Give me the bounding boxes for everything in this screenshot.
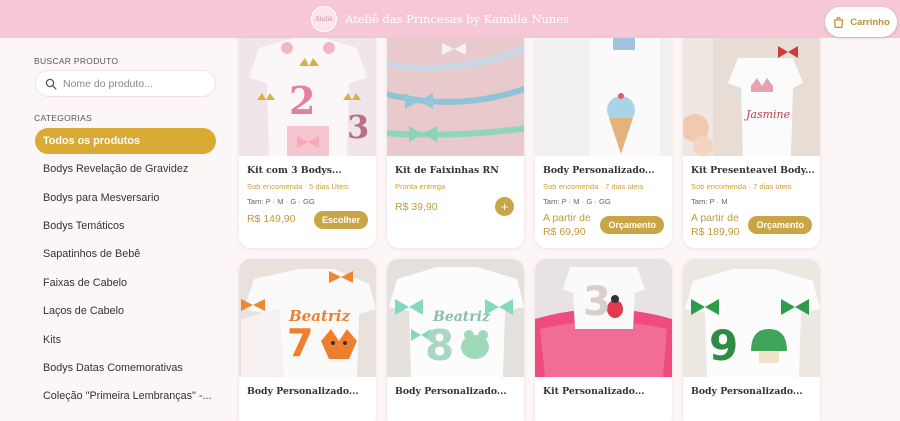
product-price: A partir de R$ 189,90 bbox=[691, 211, 739, 239]
price-value: R$ 69,90 bbox=[543, 226, 586, 238]
product-image[interactable] bbox=[535, 38, 672, 156]
product-card[interactable]: Kit de Faixinhas RN Pronta entrega R$ 39… bbox=[387, 38, 524, 248]
category-bodys-revelacao[interactable]: Bodys Revelação de Gravidez bbox=[35, 156, 216, 182]
product-image[interactable]: Beatriz 8 bbox=[387, 259, 524, 377]
store-name: Ateliê das Princesas by Kamilla Nunes bbox=[345, 12, 569, 26]
category-bodys-tematicos[interactable]: Bodys Temáticos bbox=[35, 213, 216, 239]
search-section-title: BUSCAR PRODUTO bbox=[34, 56, 119, 66]
body-number-text: 2 bbox=[289, 78, 316, 123]
category-sapatinhos[interactable]: Sapatinhos de Bebê bbox=[35, 241, 216, 267]
body-number-text: 7 bbox=[287, 321, 314, 365]
product-sizes: Tam: P · M bbox=[691, 197, 728, 206]
product-title[interactable]: Kit Presenteavel Body... bbox=[691, 165, 815, 176]
product-price: R$ 149,90 bbox=[247, 213, 296, 225]
search-icon bbox=[45, 78, 57, 89]
product-image[interactable]: 2 3 bbox=[239, 38, 376, 156]
category-lacos[interactable]: Laços de Cabelo bbox=[35, 298, 216, 324]
product-status: Sob encomenda · 7 dias úteis bbox=[691, 182, 792, 191]
product-sizes: Tam: P · M · G · GG bbox=[543, 197, 611, 206]
price-value: R$ 189,90 bbox=[691, 226, 740, 238]
product-card[interactable]: 9 Body Personalizado... bbox=[683, 259, 820, 421]
category-primeira-lembrancas[interactable]: Coleção "Primeira Lembranças" -... bbox=[35, 383, 216, 409]
body-name-text: Jasmine bbox=[746, 108, 791, 121]
add-to-cart-button[interactable]: + bbox=[495, 197, 514, 216]
product-title[interactable]: Kit Personalizado... bbox=[543, 386, 645, 397]
search-box[interactable] bbox=[35, 70, 216, 97]
category-bodys-mesversario[interactable]: Bodys para Mesversario bbox=[35, 185, 216, 211]
category-kits[interactable]: Kits bbox=[35, 327, 216, 353]
product-image[interactable] bbox=[387, 38, 524, 156]
categories-section-title: CATEGORIAS bbox=[34, 113, 93, 123]
product-title[interactable]: Kit de Faixinhas RN bbox=[395, 165, 499, 176]
product-image[interactable]: 9 bbox=[683, 259, 820, 377]
choose-button[interactable]: Escolher bbox=[313, 211, 368, 229]
quote-button[interactable]: Orçamento bbox=[748, 216, 812, 234]
cart-label: Carrinho bbox=[850, 16, 890, 28]
product-title[interactable]: Body Personalizado... bbox=[395, 386, 507, 397]
product-image[interactable]: 3 bbox=[535, 259, 672, 377]
product-price: R$ 39,90 bbox=[395, 201, 438, 213]
logo-icon: Ateliê bbox=[311, 6, 337, 32]
top-header: Ateliê Ateliê das Princesas by Kamilla N… bbox=[0, 0, 900, 38]
category-todos-os-produtos[interactable]: Todos os produtos bbox=[35, 128, 216, 154]
product-title[interactable]: Kit com 3 Bodys... bbox=[247, 165, 342, 176]
cart-icon bbox=[834, 16, 844, 28]
body-number-text: 9 bbox=[709, 321, 739, 370]
search-input[interactable] bbox=[63, 77, 213, 90]
product-card[interactable]: Body Personalizado... Sob encomenda · 7 … bbox=[535, 38, 672, 248]
product-sizes: Tam: P · M · G · GG bbox=[247, 197, 315, 206]
product-price: A partir de R$ 69,90 bbox=[543, 211, 591, 239]
product-status: Sob encomenda · 5 dias Úteis bbox=[247, 182, 349, 191]
product-image[interactable]: Jasmine bbox=[683, 38, 820, 156]
body-number-text: 3 bbox=[347, 108, 370, 146]
product-status: Pronta entrega bbox=[395, 182, 446, 191]
product-card[interactable]: Jasmine Kit Presenteavel Body... Sob enc… bbox=[683, 38, 820, 248]
product-card[interactable]: Beatriz 7 Body Personalizado... bbox=[239, 259, 376, 421]
product-image[interactable]: Beatriz 7 bbox=[239, 259, 376, 377]
body-number-text: 8 bbox=[425, 321, 455, 370]
product-title[interactable]: Body Personalizado... bbox=[543, 165, 655, 176]
cart-button[interactable]: Carrinho bbox=[825, 7, 897, 37]
category-faixas[interactable]: Faixas de Cabelo bbox=[35, 270, 216, 296]
sidebar: BUSCAR PRODUTO CATEGORIAS Todos os produ… bbox=[0, 38, 232, 421]
product-card[interactable]: 3 Kit Personalizado... bbox=[535, 259, 672, 421]
product-status: Sob encomenda · 7 dias úteis bbox=[543, 182, 644, 191]
body-number-text: 3 bbox=[583, 279, 611, 325]
brand[interactable]: Ateliê Ateliê das Princesas by Kamilla N… bbox=[311, 6, 569, 32]
product-card[interactable]: Beatriz 8 Body Personalizado... bbox=[387, 259, 524, 421]
price-prefix: A partir de bbox=[543, 212, 591, 224]
product-title[interactable]: Body Personalizado... bbox=[691, 386, 803, 397]
quote-button[interactable]: Orçamento bbox=[600, 216, 664, 234]
category-datas-comemorativas[interactable]: Bodys Datas Comemorativas bbox=[35, 355, 216, 381]
price-prefix: A partir de bbox=[691, 212, 739, 224]
product-card[interactable]: 2 3 Kit com 3 Bodys... Sob encomenda · 5… bbox=[239, 38, 376, 248]
product-title[interactable]: Body Personalizado... bbox=[247, 386, 359, 397]
